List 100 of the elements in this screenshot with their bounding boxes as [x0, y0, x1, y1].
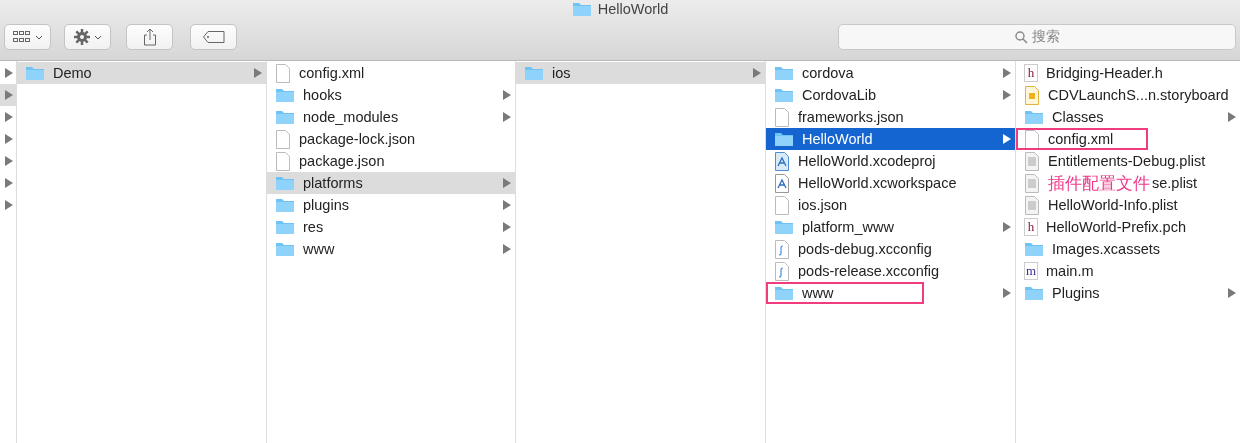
folder-icon — [774, 219, 794, 235]
file-row[interactable]: HelloWorld — [766, 128, 1015, 150]
source-file-icon: h — [1024, 64, 1038, 82]
disclosure-arrow-icon[interactable] — [5, 112, 13, 122]
file-row[interactable]: frameworks.json — [766, 106, 1015, 128]
file-row[interactable]: node_modules — [267, 106, 515, 128]
disclosure-arrow-icon[interactable] — [1003, 90, 1011, 100]
disclosure-arrow-icon[interactable] — [503, 200, 511, 210]
file-row[interactable]: Entitlements-Debug.plist — [1016, 150, 1240, 172]
disclosure-arrow-icon[interactable] — [503, 244, 511, 254]
share-button[interactable] — [126, 24, 173, 50]
file-name: platform_www — [802, 219, 894, 235]
disclosure-arrow-icon[interactable] — [503, 222, 511, 232]
document-icon — [774, 195, 790, 215]
document-icon — [275, 129, 291, 149]
disclosure-arrow-icon[interactable] — [254, 68, 262, 78]
file-row[interactable]: package-lock.json — [267, 128, 515, 150]
file-row[interactable]: CordovaLib — [766, 84, 1015, 106]
file-name: CordovaLib — [802, 87, 877, 103]
document-icon — [774, 107, 790, 127]
disclosure-arrow-icon[interactable] — [5, 156, 13, 166]
file-name: plugins — [303, 197, 349, 213]
file-name: Images.xcassets — [1052, 241, 1160, 257]
disclosure-arrow-icon[interactable] — [5, 68, 13, 78]
file-name: ios.json — [798, 197, 848, 213]
annotation-label: 插件配置文件 — [1048, 172, 1150, 195]
file-name: pods-debug.xcconfig — [798, 241, 932, 257]
file-row[interactable]: h Bridging-Header.h — [1016, 62, 1240, 84]
file-row[interactable]: HelloWorld.xcworkspace — [766, 172, 1015, 194]
disclosure-arrow-icon[interactable] — [5, 134, 13, 144]
document-icon — [275, 63, 291, 83]
folder-icon — [571, 0, 592, 17]
file-row[interactable]: config.xml — [1016, 128, 1240, 150]
file-row[interactable]: HelloWorld.xcodeproj — [766, 150, 1015, 172]
disclosure-arrow-icon[interactable] — [1003, 134, 1011, 144]
file-name: cordova — [802, 65, 854, 81]
file-row[interactable]: m main.m — [1016, 260, 1240, 282]
source-file-icon: m — [1024, 262, 1038, 280]
config-document-icon — [774, 239, 790, 259]
sidebar-row[interactable] — [0, 84, 16, 106]
list-document-icon — [1024, 151, 1040, 171]
folder-icon — [275, 87, 295, 103]
file-row[interactable]: res — [267, 216, 515, 238]
tag-button[interactable] — [190, 24, 237, 50]
file-row[interactable]: hooks — [267, 84, 515, 106]
disclosure-arrow-icon[interactable] — [1003, 222, 1011, 232]
disclosure-arrow-icon[interactable] — [5, 90, 13, 100]
file-row[interactable]: ios.json — [766, 194, 1015, 216]
disclosure-arrow-icon[interactable] — [1228, 112, 1236, 122]
view-button[interactable] — [4, 24, 51, 50]
file-row[interactable]: Demo — [17, 62, 266, 84]
file-row[interactable]: platforms — [267, 172, 515, 194]
file-name: HelloWorld.xcworkspace — [798, 175, 957, 191]
file-name: node_modules — [303, 109, 399, 125]
grid-icon — [12, 31, 31, 43]
file-row[interactable]: Classes — [1016, 106, 1240, 128]
disclosure-arrow-icon[interactable] — [503, 112, 511, 122]
file-row[interactable]: www — [267, 238, 515, 260]
file-row[interactable]: Plugins — [1016, 282, 1240, 304]
file-row[interactable]: HelloWorld-Info.plist — [1016, 194, 1240, 216]
file-name: config.xml — [299, 65, 365, 81]
folder-icon — [774, 65, 794, 81]
storyboard-icon — [1024, 85, 1040, 105]
file-row[interactable]: pods-debug.xcconfig — [766, 238, 1015, 260]
file-row[interactable]: platform_www — [766, 216, 1015, 238]
disclosure-arrow-icon[interactable] — [5, 178, 13, 188]
folder-icon — [1024, 241, 1044, 257]
disclosure-arrow-icon[interactable] — [1003, 68, 1011, 78]
file-name: se.plist — [1152, 175, 1198, 191]
folder-icon — [774, 285, 794, 301]
file-row[interactable]: Images.xcassets — [1016, 238, 1240, 260]
source-file-icon: h — [1024, 218, 1038, 236]
disclosure-arrow-icon[interactable] — [503, 178, 511, 188]
action-button[interactable] — [64, 24, 111, 50]
disclosure-arrow-icon[interactable] — [503, 90, 511, 100]
file-row[interactable]: CDVLaunchS...n.storyboard — [1016, 84, 1240, 106]
folder-icon — [25, 65, 45, 81]
disclosure-arrow-icon[interactable] — [753, 68, 761, 78]
blueprint-document-icon — [774, 173, 790, 193]
file-row[interactable]: www — [766, 282, 1015, 304]
file-name: CDVLaunchS...n.storyboard — [1048, 87, 1229, 103]
folder-icon — [524, 65, 544, 81]
file-row[interactable]: ios — [516, 62, 765, 84]
disclosure-arrow-icon[interactable] — [1228, 288, 1236, 298]
file-row[interactable]: cordova — [766, 62, 1015, 84]
file-name: Classes — [1052, 109, 1104, 125]
file-row[interactable]: config.xml — [267, 62, 515, 84]
file-row[interactable]: 插件配置文件se.plist — [1016, 172, 1240, 194]
file-name: Demo — [53, 65, 92, 81]
folder-icon — [275, 109, 295, 125]
file-row[interactable]: package.json — [267, 150, 515, 172]
folder-icon — [1024, 109, 1044, 125]
file-row[interactable]: h HelloWorld-Prefix.pch — [1016, 216, 1240, 238]
list-document-icon — [1024, 173, 1040, 193]
file-row[interactable]: pods-release.xcconfig — [766, 260, 1015, 282]
disclosure-arrow-icon[interactable] — [5, 200, 13, 210]
window-title: HelloWorld — [597, 0, 669, 17]
chevron-down-icon — [93, 34, 102, 40]
disclosure-arrow-icon[interactable] — [1003, 288, 1011, 298]
file-row[interactable]: plugins — [267, 194, 515, 216]
